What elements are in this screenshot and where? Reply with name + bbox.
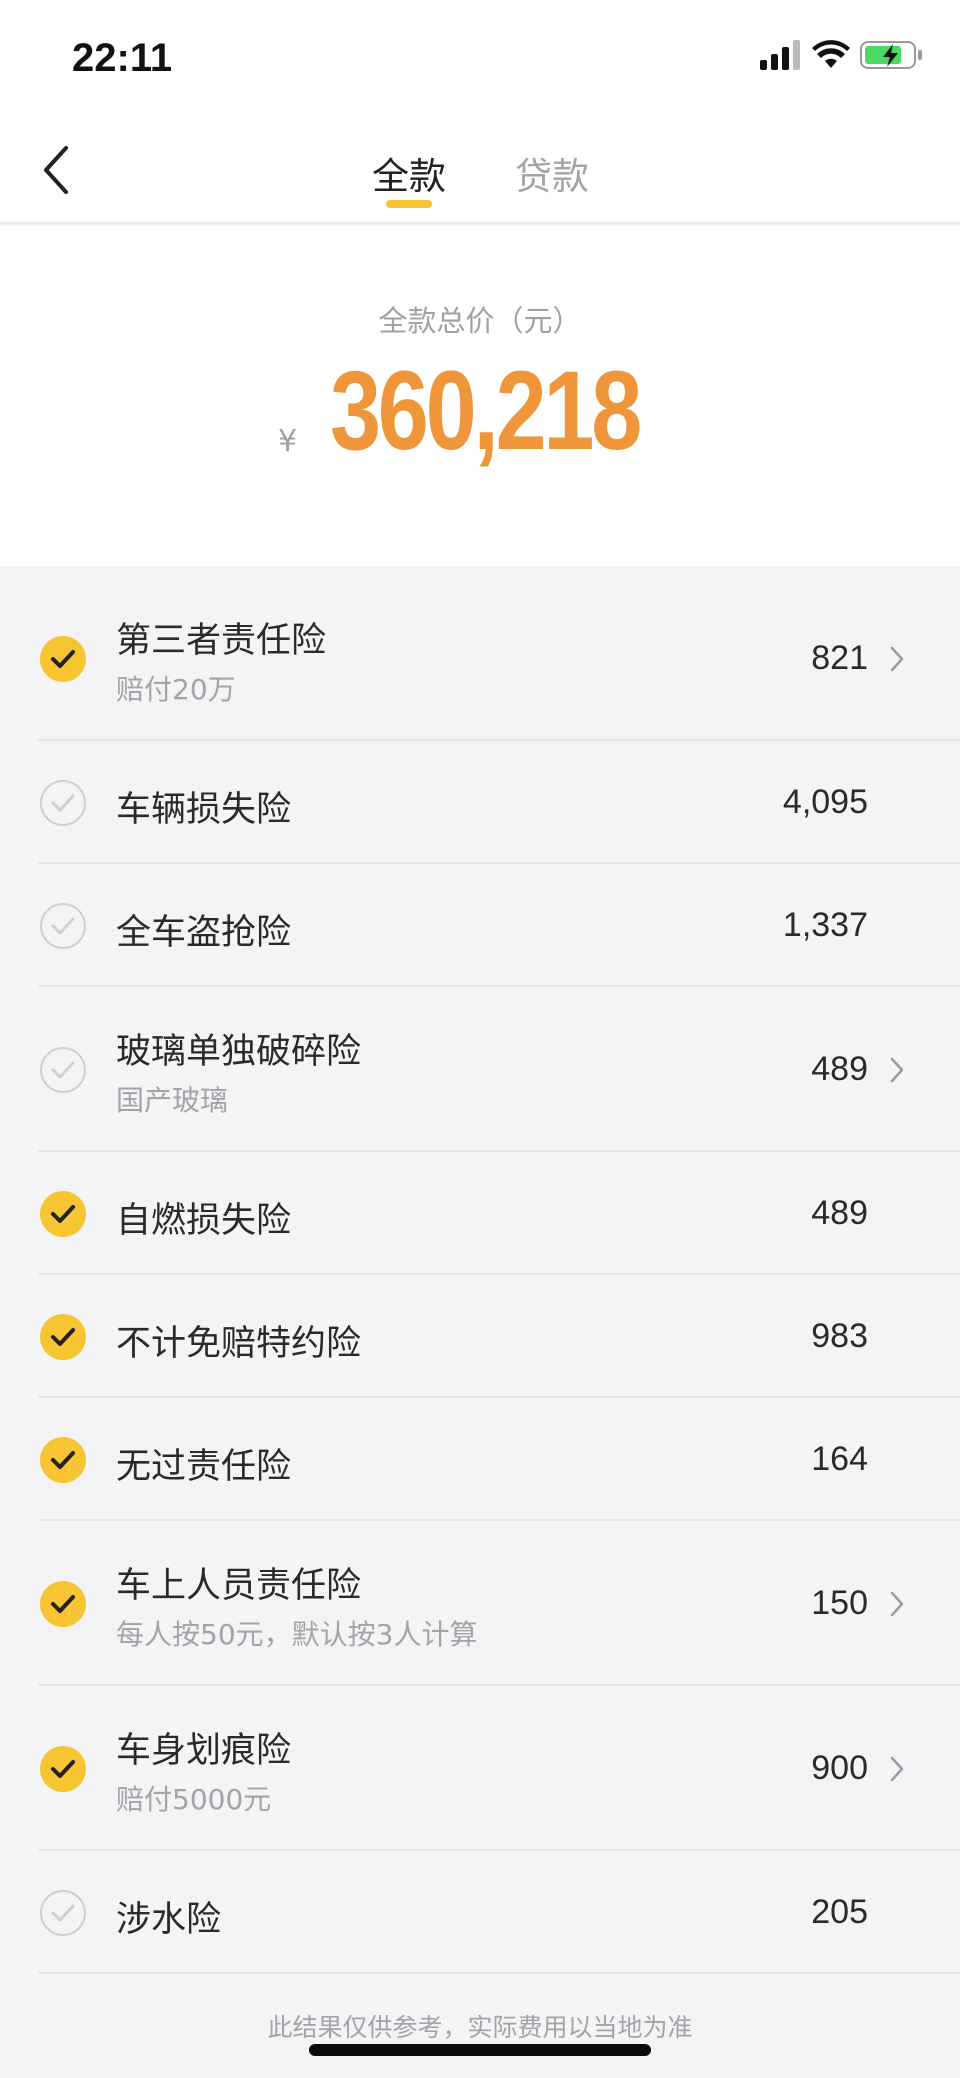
home-indicator xyxy=(309,2044,651,2056)
item-title: 玻璃单独破碎险 xyxy=(116,1032,362,1072)
checkbox-unchecked-icon[interactable] xyxy=(40,779,86,826)
insurance-item[interactable]: 不计免赔特约险 983 xyxy=(0,1275,960,1398)
currency-symbol: ¥ xyxy=(278,424,298,459)
nav-bar: 全款 贷款 xyxy=(0,118,960,224)
tab-full-payment[interactable]: 全款 xyxy=(372,146,446,200)
insurance-item[interactable]: 玻璃单独破碎险国产玻璃 489 xyxy=(0,987,960,1152)
checkbox-checked-icon[interactable] xyxy=(40,1436,86,1483)
tab-indicator xyxy=(386,200,432,208)
item-price: 4,095 xyxy=(782,782,868,821)
chevron-right-icon[interactable] xyxy=(888,645,906,673)
insurance-item[interactable]: 无过责任险 164 xyxy=(0,1398,960,1521)
item-title: 第三者责任险 xyxy=(116,621,327,661)
total-section: 全款总价（元） ¥ 360,218 xyxy=(0,226,960,566)
wifi-icon xyxy=(812,40,850,68)
item-price: 983 xyxy=(811,1316,868,1355)
chevron-left-icon xyxy=(44,146,68,194)
footer-note: 此结果仅供参考，实际费用以当地为准 xyxy=(267,2013,693,2042)
insurance-list: 第三者责任险赔付20万 821 车辆损失险 4,095 全车盗抢险 1,337 玻璃单独破碎… xyxy=(0,576,960,1974)
item-title: 自燃损失险 xyxy=(116,1201,292,1241)
status-bar: 22:11 xyxy=(0,0,960,118)
chevron-right-icon[interactable] xyxy=(888,1056,906,1084)
battery-charging-icon xyxy=(860,41,922,69)
checkbox-checked-icon[interactable] xyxy=(40,1190,86,1237)
item-title: 车身划痕险 xyxy=(116,1731,292,1771)
tab-loan[interactable]: 贷款 xyxy=(515,146,589,200)
checkbox-checked-icon[interactable] xyxy=(40,1745,86,1792)
checkbox-unchecked-icon[interactable] xyxy=(40,902,86,949)
item-subtitle: 国产玻璃 xyxy=(116,1084,229,1117)
checkbox-unchecked-icon[interactable] xyxy=(40,1889,86,1936)
item-title: 不计免赔特约险 xyxy=(116,1324,362,1364)
insurance-item[interactable]: 车辆损失险 4,095 xyxy=(0,741,960,864)
insurance-item[interactable]: 涉水险 205 xyxy=(0,1851,960,1974)
insurance-item[interactable]: 全车盗抢险 1,337 xyxy=(0,864,960,987)
divider xyxy=(38,1972,960,1974)
chevron-right-icon[interactable] xyxy=(888,1590,906,1618)
item-subtitle: 每人按50元，默认按3人计算 xyxy=(116,1618,478,1651)
insurance-item[interactable]: 车上人员责任险每人按50元，默认按3人计算 150 xyxy=(0,1521,960,1686)
checkbox-checked-icon[interactable] xyxy=(40,635,86,682)
item-subtitle: 赔付20万 xyxy=(116,673,236,706)
item-price: 900 xyxy=(811,1748,868,1787)
item-title: 全车盗抢险 xyxy=(116,913,292,953)
item-title: 车上人员责任险 xyxy=(116,1566,362,1606)
total-label: 全款总价（元） xyxy=(378,304,582,338)
signal-icon xyxy=(760,40,800,70)
item-price: 489 xyxy=(811,1193,868,1232)
item-title: 车辆损失险 xyxy=(116,790,292,830)
status-time: 22:11 xyxy=(72,36,173,80)
item-price: 489 xyxy=(811,1049,868,1088)
checkbox-checked-icon[interactable] xyxy=(40,1580,86,1627)
checkbox-checked-icon[interactable] xyxy=(40,1313,86,1360)
item-price: 821 xyxy=(811,638,868,677)
item-price: 150 xyxy=(811,1583,868,1622)
item-price: 1,337 xyxy=(782,905,868,944)
total-amount: 360,218 xyxy=(330,348,642,473)
insurance-item[interactable]: 第三者责任险赔付20万 821 xyxy=(0,576,960,741)
item-price: 164 xyxy=(811,1439,868,1478)
item-subtitle: 赔付5000元 xyxy=(116,1783,272,1816)
insurance-item[interactable]: 自燃损失险 489 xyxy=(0,1152,960,1275)
chevron-right-icon[interactable] xyxy=(888,1755,906,1783)
insurance-item[interactable]: 车身划痕险赔付5000元 900 xyxy=(0,1686,960,1851)
item-title: 无过责任险 xyxy=(116,1447,292,1487)
checkbox-unchecked-icon[interactable] xyxy=(40,1046,86,1093)
item-title: 涉水险 xyxy=(116,1900,222,1940)
item-price: 205 xyxy=(811,1892,868,1931)
back-button[interactable] xyxy=(38,140,98,200)
